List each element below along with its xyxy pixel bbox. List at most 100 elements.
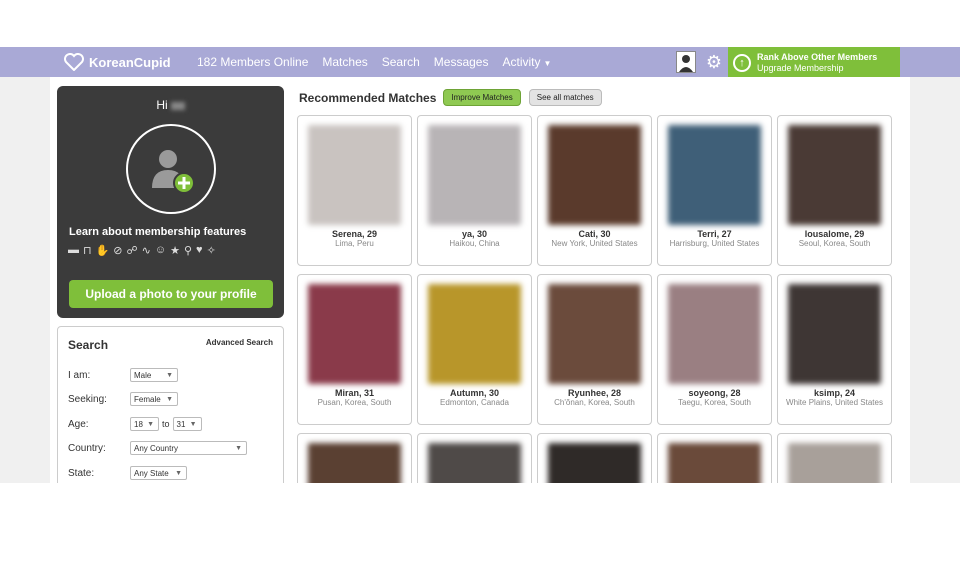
chat-icon[interactable]: ▬ xyxy=(68,244,79,257)
match-card[interactable]: Miran, 31 Pusan, Korea, South xyxy=(297,274,412,425)
seeking-label: Seeking: xyxy=(68,393,107,405)
match-name[interactable]: ksimp, 24 xyxy=(778,388,891,398)
match-card[interactable] xyxy=(297,433,412,483)
match-name[interactable]: Miran, 31 xyxy=(298,388,411,398)
nav-search[interactable]: Search xyxy=(382,55,420,69)
iam-row: I am: Male ▼ xyxy=(68,367,178,383)
match-photo[interactable] xyxy=(788,125,881,225)
search-title: Search xyxy=(68,338,109,352)
match-name[interactable]: ya, 30 xyxy=(418,229,531,239)
greeting: Hi xyxy=(57,98,284,112)
top-navigation-bar: KoreanCupid 182 Members Online Matches S… xyxy=(0,47,960,78)
nav-members-online[interactable]: 182 Members Online xyxy=(197,55,308,69)
match-card[interactable]: Terri, 27 Harrisburg, United States xyxy=(657,115,772,266)
country-select[interactable]: Any Country ▼ xyxy=(130,441,247,455)
match-photo[interactable] xyxy=(308,443,401,483)
match-location: New York, United States xyxy=(551,239,638,248)
nav-messages[interactable]: Messages xyxy=(434,55,489,69)
hidden-icon[interactable]: ⊘ xyxy=(113,244,122,257)
unlock-icon[interactable]: ⊓ xyxy=(83,244,92,257)
site-logo[interactable]: KoreanCupid xyxy=(64,52,171,72)
feature-icons-row: ▬ ⊓ ✋ ⊘ ☍ ∿ ☺ ★ ⚲ ♥ ✧ xyxy=(68,244,216,257)
magic-icon[interactable]: ✧ xyxy=(207,244,216,257)
match-card[interactable] xyxy=(537,433,652,483)
heart-icon[interactable]: ♥ xyxy=(196,244,203,257)
match-location: Pusan, Korea, South xyxy=(317,398,392,407)
match-photo[interactable] xyxy=(668,125,761,225)
hand-icon[interactable]: ✋ xyxy=(96,244,110,257)
match-photo[interactable] xyxy=(548,443,641,483)
match-card[interactable]: lousalome, 29 Seoul, Korea, South xyxy=(777,115,892,266)
match-photo[interactable] xyxy=(548,125,641,225)
match-card[interactable] xyxy=(657,433,772,483)
match-location: Taegu, Korea, South xyxy=(678,398,751,407)
greeting-text: Hi xyxy=(156,98,168,112)
face-icon[interactable]: ☺ xyxy=(155,244,166,257)
match-photo[interactable] xyxy=(308,284,401,384)
logo-text: KoreanCupid xyxy=(89,54,171,70)
chevron-down-icon: ▼ xyxy=(235,444,242,452)
match-card[interactable]: Cati, 30 New York, United States xyxy=(537,115,652,266)
match-name[interactable]: lousalome, 29 xyxy=(778,229,891,239)
iam-label: I am: xyxy=(68,369,91,381)
state-row: State: Any State ▼ xyxy=(68,465,187,481)
chevron-down-icon: ▼ xyxy=(543,59,552,68)
match-card[interactable]: Serena, 29 Lima, Peru xyxy=(297,115,412,266)
match-name[interactable]: Autumn, 30 xyxy=(418,388,531,398)
user-avatar[interactable] xyxy=(676,51,696,73)
match-card[interactable]: soyeong, 28 Taegu, Korea, South xyxy=(657,274,772,425)
search-icon[interactable]: ⚲ xyxy=(184,244,192,257)
seeking-value: Female xyxy=(134,394,161,404)
match-photo[interactable] xyxy=(668,284,761,384)
learn-membership-link[interactable]: Learn about membership features xyxy=(69,226,246,238)
iam-value: Male xyxy=(134,370,152,380)
recommended-header: Recommended Matches Improve Matches See … xyxy=(299,89,602,106)
match-card[interactable]: Ryunhee, 28 Ch'ŏnan, Korea, South xyxy=(537,274,652,425)
match-card[interactable]: Autumn, 30 Edmonton, Canada xyxy=(417,274,532,425)
match-name[interactable]: Serena, 29 xyxy=(298,229,411,239)
users-icon[interactable]: ☍ xyxy=(127,244,138,257)
trend-icon[interactable]: ∿ xyxy=(142,244,151,257)
gear-icon[interactable]: ⚙ xyxy=(704,52,724,72)
match-name[interactable]: soyeong, 28 xyxy=(658,388,771,398)
match-photo[interactable] xyxy=(428,443,521,483)
match-photo[interactable] xyxy=(668,443,761,483)
match-photo[interactable] xyxy=(788,443,881,483)
match-card[interactable] xyxy=(777,433,892,483)
advanced-search-link[interactable]: Advanced Search xyxy=(206,338,273,347)
nav-matches[interactable]: Matches xyxy=(322,55,367,69)
recommended-title: Recommended Matches xyxy=(299,90,437,105)
age-from-value: 18 xyxy=(134,419,143,429)
improve-matches-button[interactable]: Improve Matches xyxy=(443,89,521,106)
upgrade-title: Rank Above Other Members xyxy=(757,51,878,62)
upgrade-membership-button[interactable]: ↑ Rank Above Other Members Upgrade Member… xyxy=(728,47,900,78)
country-row: Country: Any Country ▼ xyxy=(68,440,247,456)
upload-photo-button[interactable]: Upload a photo to your profile xyxy=(69,280,273,308)
match-card[interactable] xyxy=(417,433,532,483)
profile-photo-placeholder[interactable] xyxy=(126,124,216,214)
match-photo[interactable] xyxy=(428,125,521,225)
match-card[interactable]: ksimp, 24 White Plains, United States xyxy=(777,274,892,425)
match-photo[interactable] xyxy=(308,125,401,225)
age-row: Age: 18 ▼ to 31 ▼ xyxy=(68,416,202,432)
age-from-select[interactable]: 18 ▼ xyxy=(130,417,159,431)
state-select[interactable]: Any State ▼ xyxy=(130,466,187,480)
match-name[interactable]: Ryunhee, 28 xyxy=(538,388,651,398)
main-nav: 182 Members Online Matches Search Messag… xyxy=(197,47,565,77)
match-card[interactable]: ya, 30 Haikou, China xyxy=(417,115,532,266)
match-location: Ch'ŏnan, Korea, South xyxy=(554,398,635,407)
match-name[interactable]: Terri, 27 xyxy=(658,229,771,239)
nav-activity[interactable]: Activity ▼ xyxy=(502,55,551,69)
blurred-username xyxy=(170,101,185,110)
seeking-select[interactable]: Female ▼ xyxy=(130,392,178,406)
see-all-matches-button[interactable]: See all matches xyxy=(528,89,602,106)
match-photo[interactable] xyxy=(548,284,641,384)
match-name[interactable]: Cati, 30 xyxy=(538,229,651,239)
match-photo[interactable] xyxy=(788,284,881,384)
star-icon[interactable]: ★ xyxy=(170,244,180,257)
chevron-down-icon: ▼ xyxy=(166,371,173,379)
iam-select[interactable]: Male ▼ xyxy=(130,368,178,382)
country-label: Country: xyxy=(68,442,106,454)
match-photo[interactable] xyxy=(428,284,521,384)
age-to-select[interactable]: 31 ▼ xyxy=(172,417,202,431)
